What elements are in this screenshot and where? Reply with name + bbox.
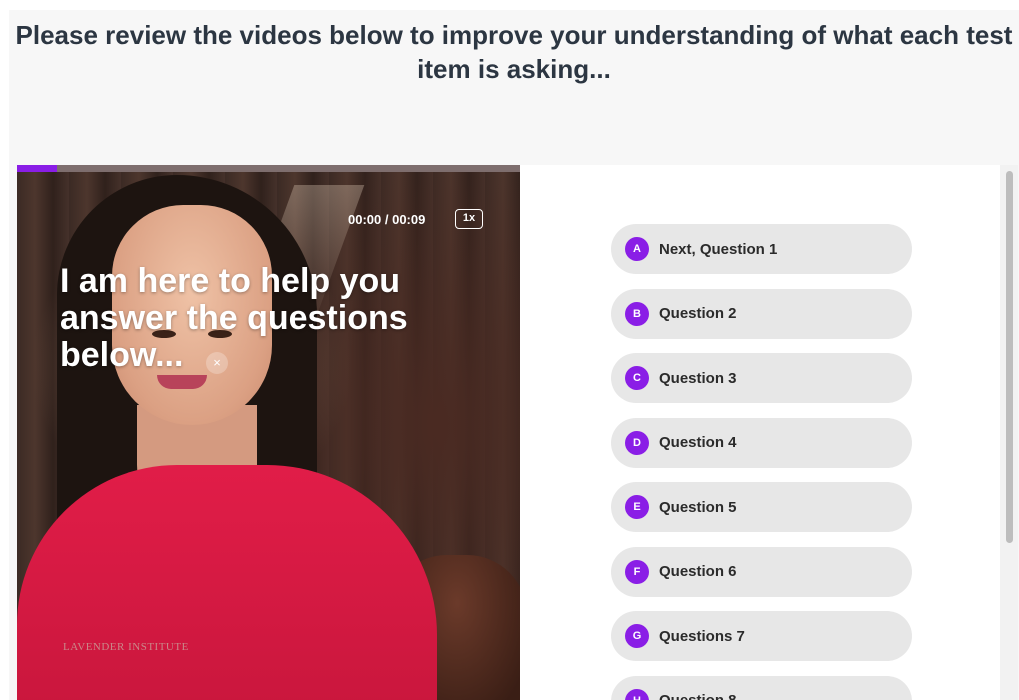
video-progress-track[interactable]: [17, 165, 520, 172]
presenter-shirt: [17, 465, 437, 700]
option-label: Questions 7: [659, 627, 745, 645]
playback-speed-button[interactable]: 1x: [455, 209, 483, 229]
option-label: Question 2: [659, 305, 737, 322]
question-option[interactable]: C Question 3: [611, 353, 912, 403]
video-question-panel: 00:00 / 00:09 1x I am here to help you a…: [17, 165, 1018, 700]
option-letter-badge: B: [625, 301, 649, 326]
question-option[interactable]: A Next, Question 1: [611, 224, 912, 274]
question-option[interactable]: H Question 8: [611, 675, 912, 700]
option-letter-badge: E: [625, 495, 649, 519]
option-label: Question 5: [659, 498, 737, 516]
option-label: Question 3: [659, 369, 737, 387]
video-progress-fill: [17, 165, 58, 172]
question-option[interactable]: D Question 4: [611, 417, 912, 468]
option-letter-badge: F: [625, 559, 649, 584]
question-option[interactable]: B Question 2: [611, 288, 912, 339]
page-heading: Please review the videos below to improv…: [15, 20, 1013, 84]
presenter-mouth: [157, 375, 207, 389]
question-option[interactable]: E Question 5: [611, 482, 912, 532]
scrollbar[interactable]: [1000, 165, 1018, 700]
option-label: Question 6: [659, 563, 737, 580]
scrollbar-thumb[interactable]: [1006, 171, 1013, 543]
question-option[interactable]: G Questions 7: [611, 611, 912, 661]
option-letter-badge: C: [625, 366, 649, 390]
option-label: Next, Question 1: [659, 240, 778, 258]
video-time-readout: 00:00 / 00:09: [348, 212, 426, 227]
option-letter-badge: A: [625, 237, 649, 261]
option-letter-badge: H: [625, 688, 649, 700]
option-label: Question 8: [659, 692, 737, 700]
option-label: Question 4: [659, 434, 737, 451]
institute-logo-watermark: LAVENDER INSTITUTE: [63, 641, 189, 653]
question-option[interactable]: F Question 6: [611, 546, 912, 597]
video-overlay-text: I am here to help you answer the questio…: [60, 262, 408, 374]
option-letter-badge: G: [625, 624, 649, 648]
option-letter-badge: D: [625, 430, 649, 455]
close-icon[interactable]: ×: [206, 352, 228, 374]
video-player[interactable]: 00:00 / 00:09 1x I am here to help you a…: [17, 165, 520, 700]
